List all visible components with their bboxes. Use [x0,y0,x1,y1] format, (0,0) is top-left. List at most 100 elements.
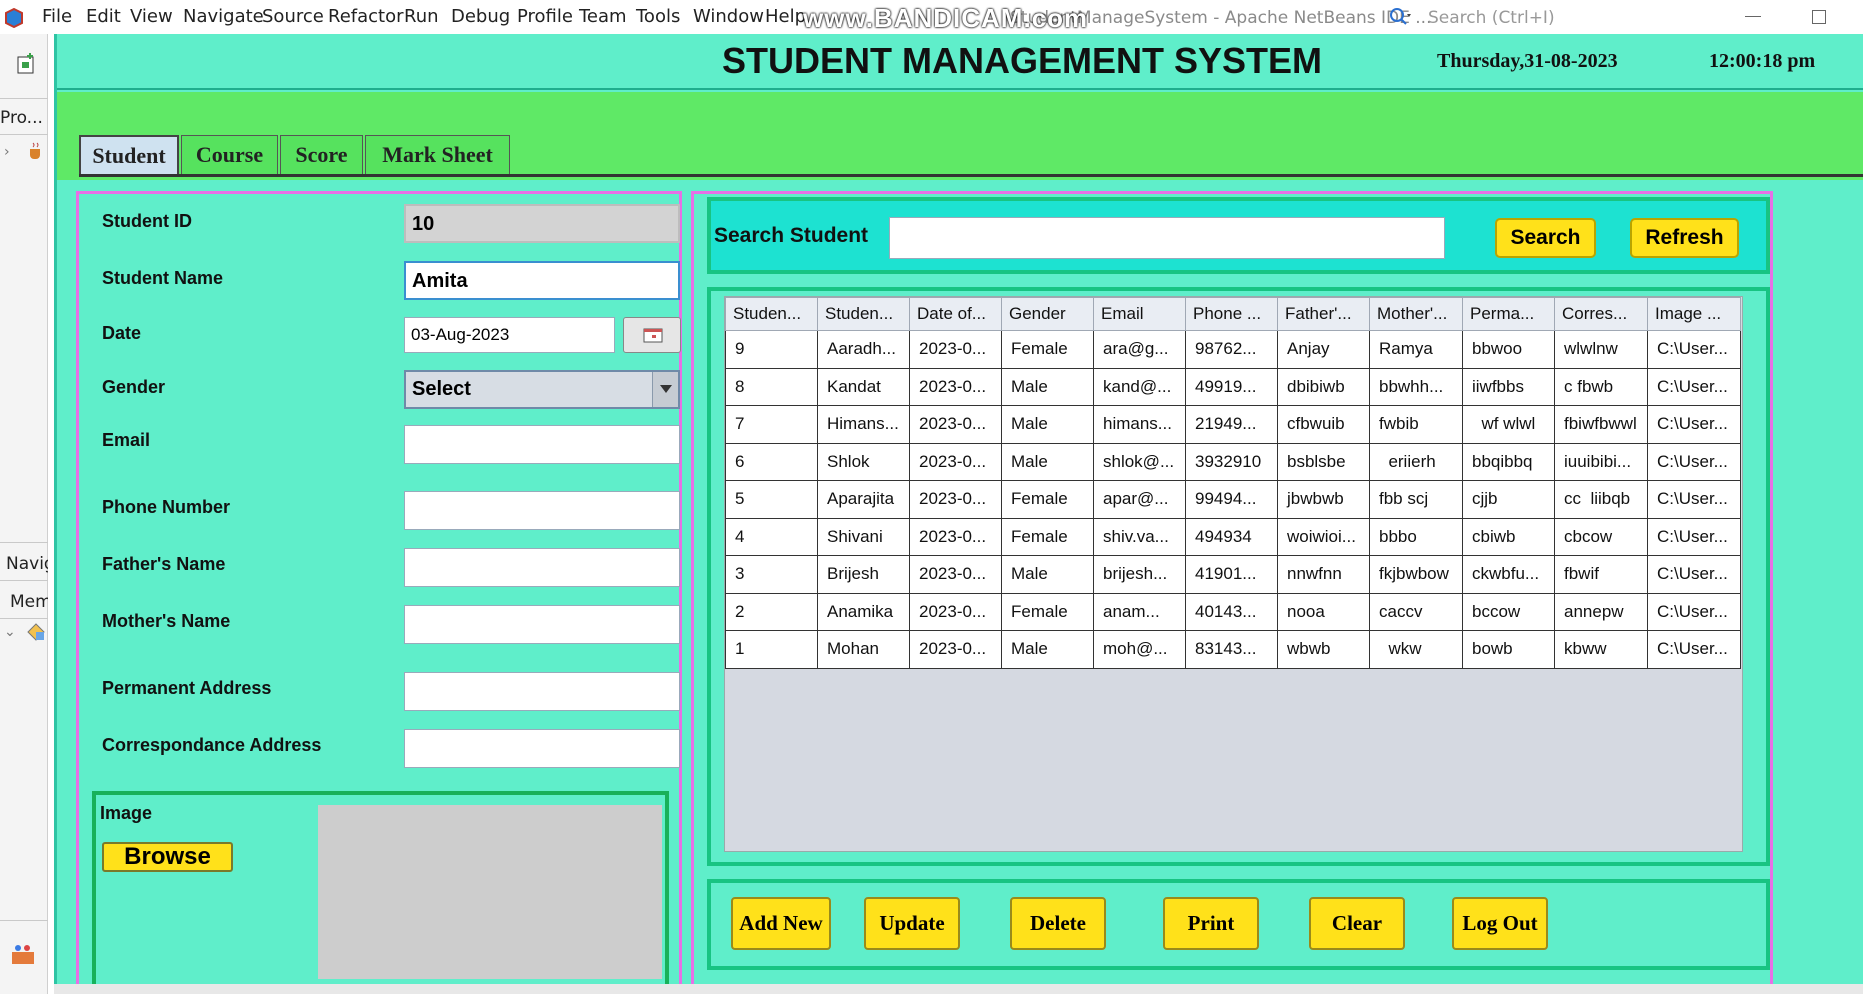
table-cell[interactable]: 2023-0... [909,442,1002,481]
table-cell[interactable]: 2023-0... [909,555,1002,594]
table-cell[interactable]: 99494... [1185,480,1278,519]
table-cell[interactable]: 3 [725,555,818,594]
column-header[interactable]: Perma... [1462,297,1555,331]
table-cell[interactable]: 2023-0... [909,367,1002,406]
minimize-icon[interactable] [1745,16,1761,17]
table-cell[interactable]: C:\User... [1647,405,1741,444]
tab-score[interactable]: Score [280,135,363,175]
search-icon[interactable] [1388,6,1412,28]
search-button[interactable]: Search [1495,218,1596,258]
projects-tab[interactable]: Pro... [0,108,46,128]
table-cell[interactable]: cbiwb [1462,517,1555,556]
table-row[interactable]: 4 Shivani 2023-0... Female shiv.va... 494934 w… [725,517,1741,556]
table-row[interactable]: 1 Mohan 2023-0... Male moh@... 83143... wbwb w… [725,630,1741,669]
menu-team[interactable]: Team [579,6,627,27]
table-cell[interactable]: Male [1001,630,1094,669]
table-cell[interactable]: Male [1001,405,1094,444]
table-cell[interactable]: caccv [1369,592,1463,631]
table-cell[interactable]: Aparajita [817,480,910,519]
navigator-tab[interactable]: Navig [6,554,48,574]
table-cell[interactable]: bbbo [1369,517,1463,556]
table-cell[interactable]: cc liibqb [1554,480,1648,519]
search-input[interactable] [889,217,1445,259]
menu-edit[interactable]: Edit [86,6,121,27]
permanent-address-field[interactable] [404,672,680,711]
table-cell[interactable]: 2023-0... [909,630,1002,669]
update-button[interactable]: Update [864,897,960,950]
table-cell[interactable]: fwbib [1369,405,1463,444]
table-cell[interactable]: 5 [725,480,818,519]
column-header[interactable]: Phone ... [1185,297,1278,331]
table-cell[interactable]: shlok@... [1093,442,1186,481]
table-cell[interactable]: jbwbwb [1277,480,1370,519]
table-cell[interactable]: eriierh [1369,442,1463,481]
table-cell[interactable]: Female [1001,592,1094,631]
table-cell[interactable]: 21949... [1185,405,1278,444]
table-cell[interactable]: Male [1001,555,1094,594]
table-cell[interactable]: Mohan [817,630,910,669]
table-cell[interactable]: nnwfnn [1277,555,1370,594]
table-cell[interactable]: 98762... [1185,330,1278,369]
table-row[interactable]: 6 Shlok 2023-0... Male shlok@... 3932910 bsbls… [725,442,1741,481]
table-cell[interactable]: Male [1001,367,1094,406]
column-header[interactable]: Image ... [1647,297,1741,331]
table-row[interactable]: 3 Brijesh 2023-0... Male brijesh... 41901... n… [725,555,1741,594]
table-cell[interactable]: Female [1001,517,1094,556]
table-cell[interactable]: cbcow [1554,517,1648,556]
table-cell[interactable]: himans... [1093,405,1186,444]
table-cell[interactable]: 40143... [1185,592,1278,631]
log-out-button[interactable]: Log Out [1452,897,1548,950]
print-button[interactable]: Print [1163,897,1259,950]
table-cell[interactable]: annepw [1554,592,1648,631]
father-name-field[interactable] [404,548,680,587]
table-cell[interactable]: woiwioi... [1277,517,1370,556]
table-cell[interactable]: C:\User... [1647,480,1741,519]
maximize-icon[interactable] [1812,10,1826,24]
table-cell[interactable]: 7 [725,405,818,444]
table-cell[interactable]: Himans... [817,405,910,444]
table-row[interactable]: 2 Anamika 2023-0... Female anam... 40143... no… [725,592,1741,631]
output-window-icon[interactable] [10,942,36,966]
table-cell[interactable]: fbb scj [1369,480,1463,519]
gender-select[interactable]: Select [404,370,680,409]
menu-file[interactable]: File [42,6,72,27]
menu-debug[interactable]: Debug [451,6,510,27]
calendar-button[interactable] [623,317,681,353]
table-cell[interactable]: 2023-0... [909,517,1002,556]
table-cell[interactable]: 2 [725,592,818,631]
menu-window[interactable]: Window [693,6,764,27]
column-header[interactable]: Corres... [1554,297,1648,331]
table-cell[interactable]: bsblsbe [1277,442,1370,481]
phone-field[interactable] [404,491,680,530]
table-cell[interactable]: iuuibibi... [1554,442,1648,481]
students-table-viewport[interactable]: Studen... Studen... Date of... Gender Em… [724,296,1743,852]
table-cell[interactable]: c fbwb [1554,367,1648,406]
column-header[interactable]: Mother'... [1369,297,1463,331]
table-cell[interactable]: moh@... [1093,630,1186,669]
menu-run[interactable]: Run [404,6,439,27]
table-cell[interactable]: cfbwuib [1277,405,1370,444]
mother-name-field[interactable] [404,605,680,644]
table-cell[interactable]: brijesh... [1093,555,1186,594]
table-cell[interactable]: ara@g... [1093,330,1186,369]
table-cell[interactable]: C:\User... [1647,630,1741,669]
table-cell[interactable]: Female [1001,330,1094,369]
table-cell[interactable]: C:\User... [1647,330,1741,369]
tab-course[interactable]: Course [181,135,278,175]
menu-view[interactable]: View [130,6,173,27]
table-cell[interactable]: wf wlwl [1462,405,1555,444]
table-cell[interactable]: iiwfbbs [1462,367,1555,406]
tab-mark-sheet[interactable]: Mark Sheet [365,135,510,175]
table-cell[interactable]: C:\User... [1647,517,1741,556]
table-cell[interactable]: bbwhh... [1369,367,1463,406]
column-header[interactable]: Email [1093,297,1186,331]
table-cell[interactable]: bccow [1462,592,1555,631]
table-cell[interactable]: kand@... [1093,367,1186,406]
table-cell[interactable]: anam... [1093,592,1186,631]
table-cell[interactable]: wbwb [1277,630,1370,669]
table-cell[interactable]: bowb [1462,630,1555,669]
table-cell[interactable]: bbqibbq [1462,442,1555,481]
table-cell[interactable]: Male [1001,442,1094,481]
column-header[interactable]: Studen... [817,297,910,331]
table-cell[interactable]: 4 [725,517,818,556]
